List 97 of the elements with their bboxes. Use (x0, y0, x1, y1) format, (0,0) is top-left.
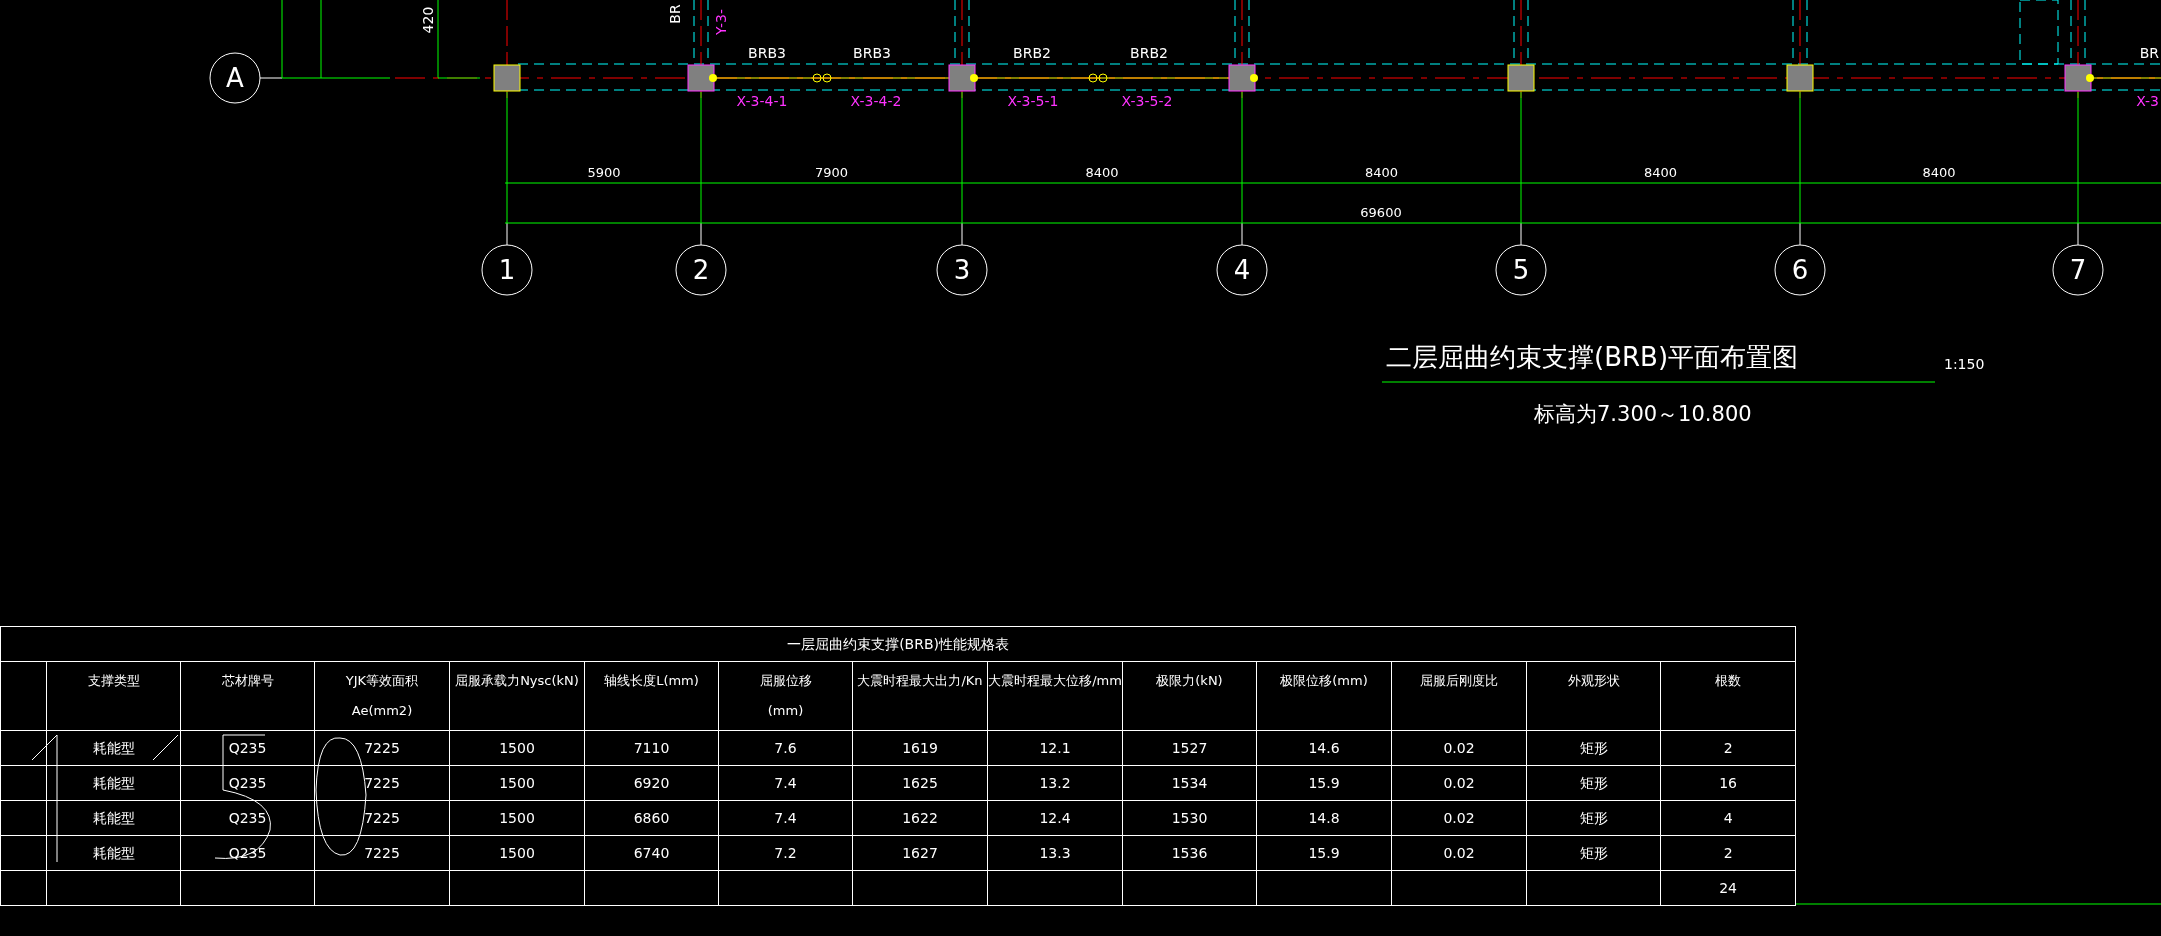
table-cell: 0.02 (1443, 844, 1475, 861)
column-header: 大震时程最大位移/mm (988, 672, 1122, 690)
table-cell: 7.2 (774, 844, 797, 861)
brace-id: X-3-4-2 (850, 93, 902, 109)
axis-label: 6 (1791, 255, 1809, 285)
column-header: 屈服后刚度比 (1420, 672, 1498, 690)
table-cell: 7225 (364, 774, 400, 791)
table-cell: 1500 (499, 844, 535, 861)
column-header: 极限力(kN) (1156, 672, 1223, 690)
table-cell: 14.8 (1308, 809, 1340, 826)
axis-label: 3 (953, 255, 971, 285)
column-header: 屈服承载力Nysc(kN) (455, 672, 579, 690)
table-cell: 耗能型 (92, 809, 135, 826)
table-cell: 矩形 (1579, 774, 1608, 791)
table-cell: 13.2 (1039, 774, 1071, 791)
table-cell: 1527 (1171, 739, 1208, 756)
brace-id: X-3-5-2 (1121, 93, 1173, 109)
column-header: 大震时程最大出力/Kn (857, 672, 983, 690)
table-cell: 1622 (902, 809, 938, 826)
table-cell: 7225 (364, 809, 400, 826)
column-header: 屈服位移 (mm) (759, 672, 812, 720)
table-cell: 4 (1723, 809, 1733, 826)
table-cell: 矩形 (1579, 809, 1608, 826)
table-cell: 1534 (1171, 774, 1208, 791)
table-cell: 7225 (364, 844, 400, 861)
table-cell: 1625 (902, 774, 938, 791)
brace-label: BRB2 (1013, 45, 1051, 61)
brace-label: BRB3 (853, 45, 891, 61)
table-cell: 16 (1719, 774, 1737, 791)
column-header: YJK等效面积 Ae(mm2) (345, 672, 419, 720)
axis-label: 1 (498, 255, 516, 285)
axis-label: 4 (1233, 255, 1251, 285)
axis-label: 7 (2069, 255, 2087, 285)
table-cell: 15.9 (1308, 774, 1340, 791)
table-cell: 2 (1723, 739, 1733, 756)
table-cell: 6740 (633, 844, 670, 861)
table-cell: 12.4 (1039, 809, 1071, 826)
table-cell: 15.9 (1308, 844, 1340, 861)
table-cell: Q235 (228, 809, 267, 826)
table-cell: 6860 (633, 809, 670, 826)
table-cell: 1536 (1171, 844, 1208, 861)
dimension-text: 420 (420, 6, 436, 34)
dimension-text: 8400 (1364, 165, 1399, 180)
column-header: 芯材牌号 (221, 672, 274, 690)
table-cell: 7225 (364, 739, 400, 756)
column-header: 根数 (1715, 672, 1742, 690)
axis-label: A (226, 63, 244, 93)
table-cell: 14.6 (1308, 739, 1340, 756)
table-cell: 7110 (633, 739, 670, 756)
brace-id: Y-3- (713, 9, 729, 35)
table-cell: 0.02 (1443, 774, 1475, 791)
table-cell: 7.4 (774, 809, 797, 826)
brace-label: BRB3 (748, 45, 786, 61)
column-header: 轴线长度L(mm) (604, 672, 699, 690)
table-cell: 1500 (499, 774, 535, 791)
axis-label: 5 (1512, 255, 1530, 285)
dimension-text: 69600 (1360, 205, 1402, 220)
table-cell: Q235 (228, 774, 267, 791)
table-cell: 24 (1719, 879, 1737, 896)
table-cell: 2 (1723, 844, 1733, 861)
table-cell: 7.6 (774, 739, 797, 756)
table-cell: 耗能型 (92, 774, 135, 791)
dimension-text: 8400 (1922, 165, 1956, 180)
table-cell: 1530 (1171, 809, 1208, 826)
brace-label: BR (667, 4, 683, 24)
table-cell: 0.02 (1443, 739, 1475, 756)
table-cell: Q235 (228, 739, 267, 756)
table-cell: 1500 (499, 809, 535, 826)
table-cell: 1500 (499, 739, 535, 756)
brace-id: X-3 (2136, 93, 2159, 109)
table-cell: 1619 (902, 739, 938, 756)
dimension-text: 8400 (1643, 165, 1678, 180)
dimension-text: 7900 (814, 165, 849, 180)
dimension-text: 8400 (1085, 165, 1119, 180)
scale-text: 1:150 (1944, 356, 1985, 372)
table-cell: 13.3 (1039, 844, 1071, 861)
brace-label: BRB2 (1130, 45, 1168, 61)
table-cell: 0.02 (1443, 809, 1475, 826)
column-header: 极限位移(mm) (1280, 672, 1368, 690)
table-cell: 矩形 (1579, 844, 1608, 861)
drawing-title: 二层屈曲约束支撑(BRB)平面布置图 (1386, 342, 1799, 372)
table-cell: 12.1 (1039, 739, 1071, 756)
table-cell: 耗能型 (92, 844, 135, 861)
brace-label: BR (2139, 45, 2159, 61)
table-cell: 耗能型 (92, 739, 135, 756)
brace-id: X-3-4-1 (736, 93, 788, 109)
table-cell: 6920 (633, 774, 670, 791)
axis-label: 2 (692, 255, 710, 285)
table-title: 一层屈曲约束支撑(BRB)性能规格表 (787, 635, 1010, 652)
column-header: 外观形状 (1567, 672, 1620, 690)
table-cell: 矩形 (1579, 739, 1608, 756)
table-cell: 7.4 (774, 774, 797, 791)
table-cell: 1627 (902, 844, 938, 861)
brace-id: X-3-5-1 (1007, 93, 1059, 109)
column-header: 支撑类型 (87, 672, 140, 690)
elevation-text: 标高为7.300～10.800 (1534, 402, 1752, 426)
dimension-text: 5900 (587, 165, 621, 180)
